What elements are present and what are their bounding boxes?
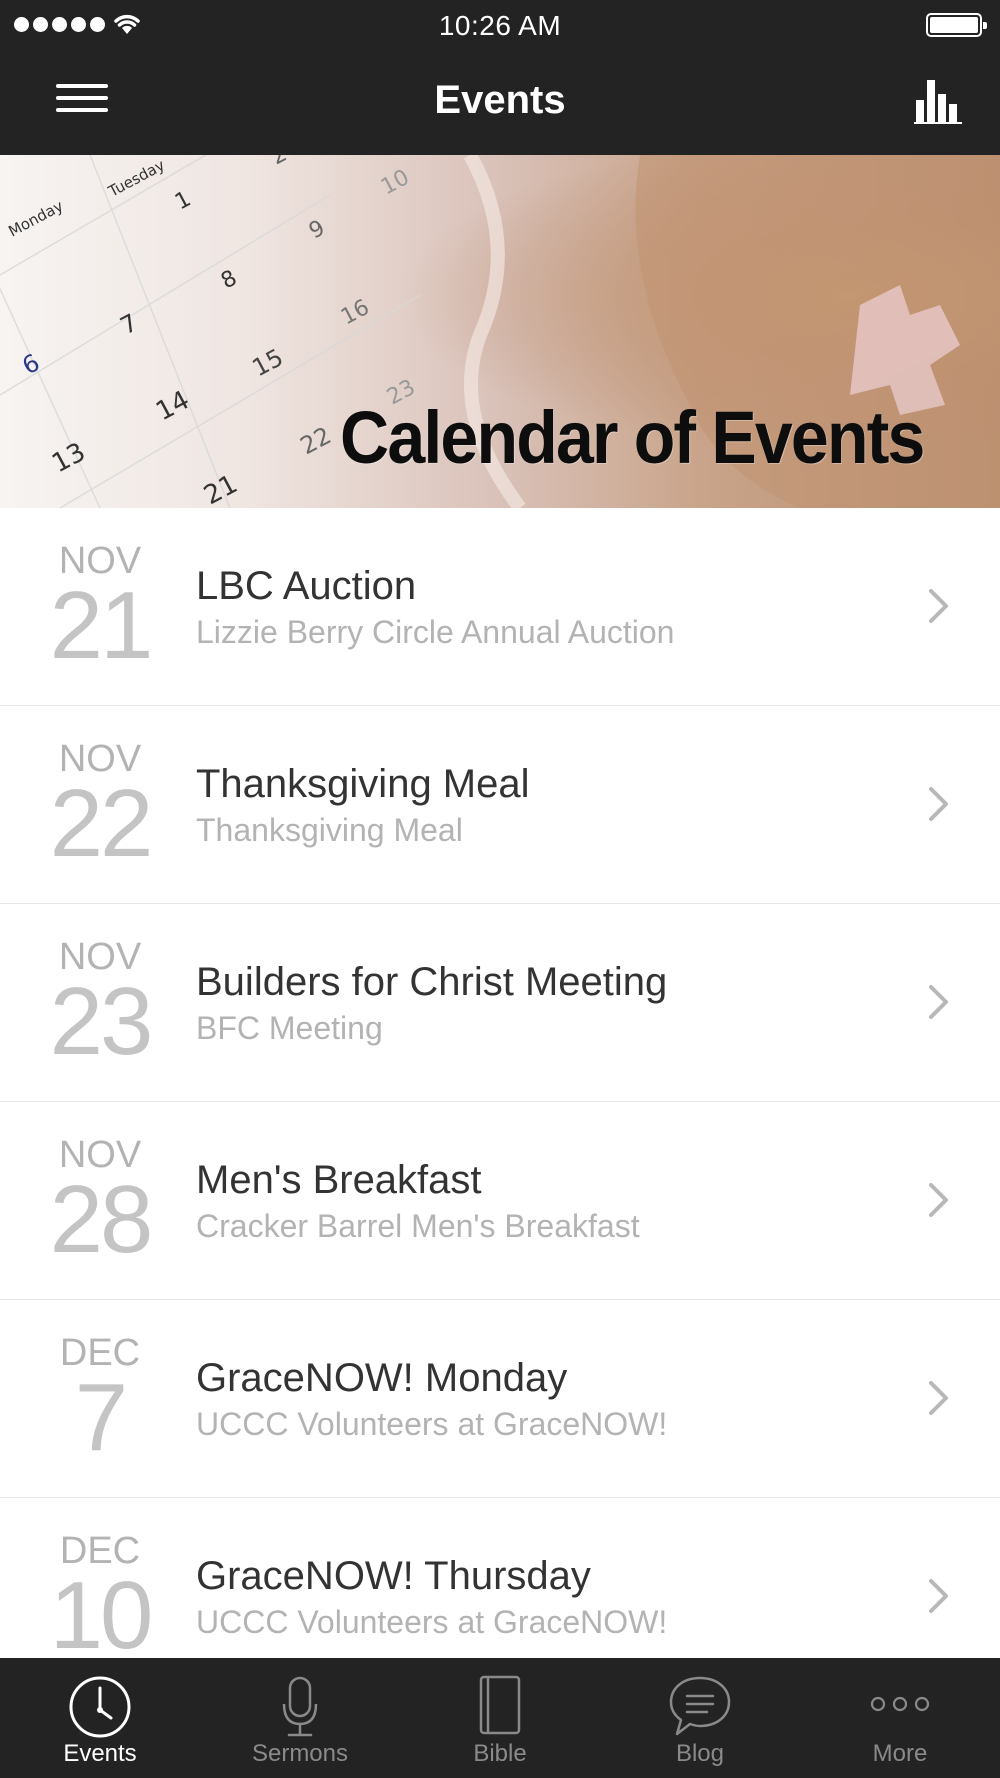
event-row[interactable]: NOV 28 Men's Breakfast Cracker Barrel Me… (0, 1102, 1000, 1300)
event-row[interactable]: NOV 22 Thanksgiving Meal Thanksgiving Me… (0, 706, 1000, 904)
event-subtitle: UCCC Volunteers at GraceNOW! (196, 1604, 668, 1640)
tab-label: More (872, 1740, 928, 1767)
event-title: Men's Breakfast (196, 1158, 482, 1202)
event-subtitle: UCCC Volunteers at GraceNOW! (196, 1406, 668, 1442)
event-title: GraceNOW! Thursday (196, 1554, 591, 1598)
navigation-bar: Events (0, 50, 1000, 155)
page-title: Events (434, 78, 566, 122)
tab-label: Blog (675, 1740, 725, 1767)
tab-label: Sermons (251, 1740, 349, 1767)
event-subtitle: Cracker Barrel Men's Breakfast (196, 1208, 640, 1244)
chevron-right-icon (929, 1183, 948, 1217)
chevron-right-icon (929, 1579, 948, 1613)
event-list: NOV 21 LBC Auction Lizzie Berry Circle A… (0, 508, 1000, 1658)
tab-more[interactable]: More (800, 1658, 1000, 1778)
chevron-right-icon (929, 589, 948, 623)
event-title: Thanksgiving Meal (196, 762, 530, 806)
event-day: 22 (49, 770, 154, 877)
tab-events[interactable]: Events (0, 1658, 200, 1778)
more-dots-icon (870, 1696, 930, 1712)
calendar-banner-image: Monday Tuesday 1 2 6 7 8 9 10 13 14 15 1… (0, 155, 1000, 508)
tab-bible[interactable]: Bible (400, 1658, 600, 1778)
event-subtitle: BFC Meeting (196, 1010, 383, 1046)
book-icon (479, 1675, 521, 1735)
event-day: 21 (49, 572, 154, 679)
event-title: Builders for Christ Meeting (196, 960, 668, 1004)
clock-icon (69, 1676, 131, 1738)
event-subtitle: Thanksgiving Meal (196, 812, 463, 848)
tab-sermons[interactable]: Sermons (200, 1658, 400, 1778)
banner-title: Calendar of Events (340, 396, 925, 479)
chevron-right-icon (929, 1381, 948, 1415)
tab-label: Bible (473, 1740, 527, 1767)
microphone-icon (282, 1676, 318, 1737)
chevron-right-icon (929, 787, 948, 821)
bar-chart-icon[interactable] (914, 80, 962, 124)
event-row[interactable]: NOV 23 Builders for Christ Meeting BFC M… (0, 904, 1000, 1102)
status-time: 10:26 AM (438, 10, 562, 41)
events-screen: 10:26 AM Events Monday Tuesday 1 2 6 7 8… (0, 0, 1000, 1778)
event-row[interactable]: NOV 21 LBC Auction Lizzie Berry Circle A… (0, 508, 1000, 706)
tab-label: Events (63, 1740, 137, 1767)
tab-blog[interactable]: Blog (600, 1658, 800, 1778)
event-day: 28 (49, 1166, 154, 1273)
event-day: 7 (74, 1364, 128, 1471)
status-bar: 10:26 AM (0, 0, 1000, 50)
event-title: GraceNOW! Monday (196, 1356, 568, 1400)
battery-icon (926, 13, 987, 37)
chevron-right-icon (929, 985, 948, 1019)
event-title: LBC Auction (196, 564, 417, 608)
speech-bubble-icon (669, 1676, 731, 1736)
event-day: 23 (49, 968, 154, 1075)
event-row[interactable]: DEC 10 GraceNOW! Thursday UCCC Volunteer… (0, 1498, 1000, 1658)
event-row[interactable]: DEC 7 GraceNOW! Monday UCCC Volunteers a… (0, 1300, 1000, 1498)
event-day: 10 (49, 1562, 154, 1659)
tab-bar: Events Sermons Bible Blog More (0, 1658, 1000, 1778)
event-subtitle: Lizzie Berry Circle Annual Auction (196, 614, 675, 650)
